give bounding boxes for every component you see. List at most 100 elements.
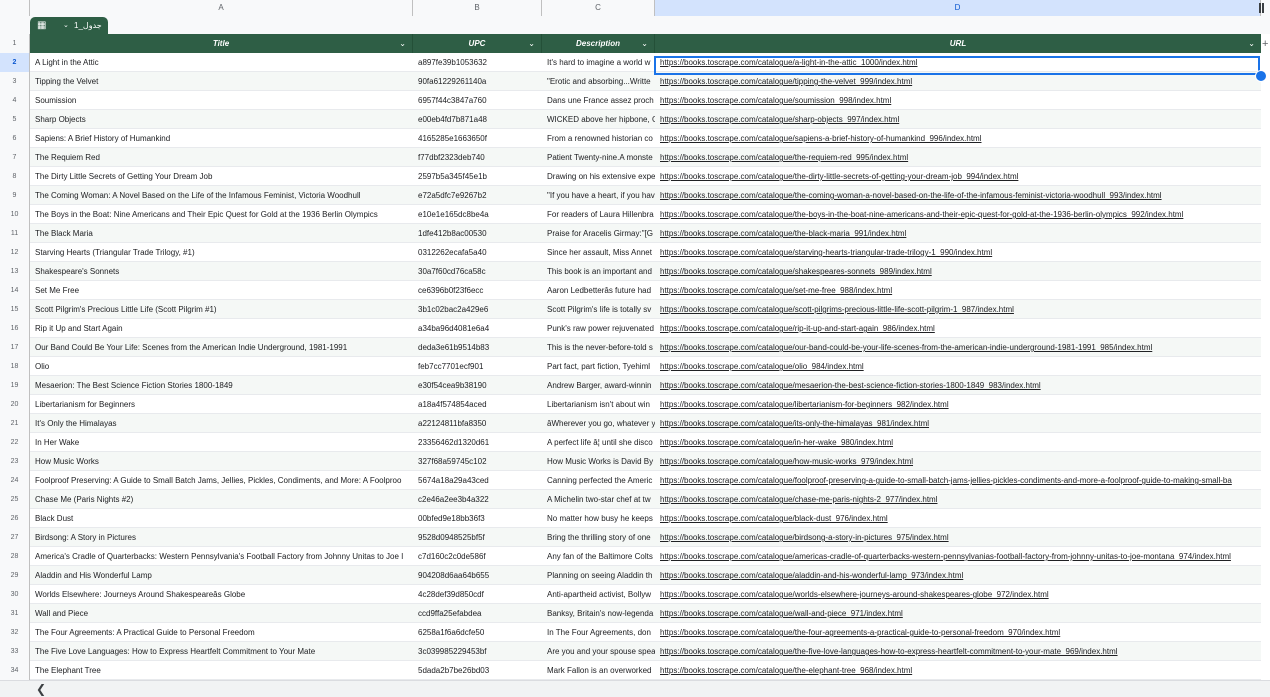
- cell-url-link[interactable]: https://books.toscrape.com/catalogue/its…: [655, 414, 1261, 433]
- cell-title[interactable]: Set Me Free: [30, 281, 413, 300]
- cell-description[interactable]: Anti-apartheid activist, Bollyw: [542, 585, 655, 604]
- cell-description[interactable]: In The Four Agreements, don: [542, 623, 655, 642]
- cell-description[interactable]: Bring the thrilling story of one: [542, 528, 655, 547]
- cell-title[interactable]: Libertarianism for Beginners: [30, 395, 413, 414]
- filter-dropdown-icon[interactable]: ⌄: [528, 34, 535, 53]
- cell-url-link[interactable]: https://books.toscrape.com/catalogue/oli…: [655, 357, 1261, 376]
- chevron-down-icon[interactable]: ⌄: [63, 17, 69, 34]
- cell-title[interactable]: The Five Love Languages: How to Express …: [30, 642, 413, 661]
- row-number[interactable]: 29: [0, 566, 30, 585]
- cell-url-link[interactable]: https://books.toscrape.com/catalogue/our…: [655, 338, 1261, 357]
- header-cell-title[interactable]: Title ⌄: [30, 34, 413, 53]
- cell-description[interactable]: Any fan of the Baltimore Colts: [542, 547, 655, 566]
- cell-url-link[interactable]: https://books.toscrape.com/catalogue/tip…: [655, 72, 1261, 91]
- cell-upc[interactable]: feb7cc7701ecf901: [413, 357, 542, 376]
- cell-url-link[interactable]: https://books.toscrape.com/catalogue/the…: [655, 623, 1261, 642]
- cell-url-link[interactable]: https://books.toscrape.com/catalogue/bir…: [655, 528, 1261, 547]
- cell-description[interactable]: "If you have a heart, if you hav: [542, 186, 655, 205]
- cell-title[interactable]: The Coming Woman: A Novel Based on the L…: [30, 186, 413, 205]
- cell-upc[interactable]: e00eb4fd7b871a48: [413, 110, 542, 129]
- cell-url-link[interactable]: https://books.toscrape.com/catalogue/bla…: [655, 509, 1261, 528]
- cell-description[interactable]: Planning on seeing Aladdin th: [542, 566, 655, 585]
- row-number[interactable]: 27: [0, 528, 30, 547]
- header-cell-description[interactable]: Description ⌄: [542, 34, 655, 53]
- cell-title[interactable]: Shakespeare's Sonnets: [30, 262, 413, 281]
- cell-description[interactable]: A perfect life â¦ until she disco: [542, 433, 655, 452]
- cell-title[interactable]: The Dirty Little Secrets of Getting Your…: [30, 167, 413, 186]
- cell-description[interactable]: Are you and your spouse spea: [542, 642, 655, 661]
- row-number[interactable]: 25: [0, 490, 30, 509]
- cell-upc[interactable]: 327f68a59745c102: [413, 452, 542, 471]
- row-number[interactable]: 13: [0, 262, 30, 281]
- row-number[interactable]: 20: [0, 395, 30, 414]
- cell-description[interactable]: For readers of Laura Hillenbra: [542, 205, 655, 224]
- cell-upc[interactable]: 3b1c02bac2a429e6: [413, 300, 542, 319]
- column-header-b[interactable]: B: [413, 0, 542, 16]
- cell-url-link[interactable]: https://books.toscrape.com/catalogue/the…: [655, 167, 1261, 186]
- cell-title[interactable]: How Music Works: [30, 452, 413, 471]
- cell-description[interactable]: Canning perfected the Americ: [542, 471, 655, 490]
- row-number[interactable]: 4: [0, 91, 30, 110]
- cell-title[interactable]: Rip it Up and Start Again: [30, 319, 413, 338]
- cell-upc[interactable]: a897fe39b1053632: [413, 53, 542, 72]
- row-number[interactable]: 32: [0, 623, 30, 642]
- cell-url-link[interactable]: https://books.toscrape.com/catalogue/ala…: [655, 566, 1261, 585]
- cell-title[interactable]: Sapiens: A Brief History of Humankind: [30, 129, 413, 148]
- cell-upc[interactable]: 5674a18a29a43ced: [413, 471, 542, 490]
- cell-url-link[interactable]: https://books.toscrape.com/catalogue/how…: [655, 452, 1261, 471]
- cell-title[interactable]: The Black Maria: [30, 224, 413, 243]
- row-number[interactable]: 16: [0, 319, 30, 338]
- cell-description[interactable]: WICKED above her hipbone, G: [542, 110, 655, 129]
- cell-title[interactable]: In Her Wake: [30, 433, 413, 452]
- cell-url-link[interactable]: https://books.toscrape.com/catalogue/lib…: [655, 395, 1261, 414]
- cell-title[interactable]: Aladdin and His Wonderful Lamp: [30, 566, 413, 585]
- cell-description[interactable]: From a renowned historian co: [542, 129, 655, 148]
- cell-description[interactable]: Mark Fallon is an overworked: [542, 661, 655, 680]
- row-number[interactable]: 5: [0, 110, 30, 129]
- cell-url-link[interactable]: https://books.toscrape.com/catalogue/the…: [655, 224, 1261, 243]
- cell-title[interactable]: The Elephant Tree: [30, 661, 413, 680]
- row-number[interactable]: 31: [0, 604, 30, 623]
- cell-upc[interactable]: 904208d6aa64b655: [413, 566, 542, 585]
- row-number[interactable]: 24: [0, 471, 30, 490]
- cell-upc[interactable]: 6957f44c3847a760: [413, 91, 542, 110]
- cell-upc[interactable]: a34ba96d4081e6a4: [413, 319, 542, 338]
- select-all-corner[interactable]: [0, 0, 30, 16]
- row-number[interactable]: 6: [0, 129, 30, 148]
- cell-url-link[interactable]: https://books.toscrape.com/catalogue/sha…: [655, 110, 1261, 129]
- filter-dropdown-icon[interactable]: ⌄: [1248, 34, 1255, 53]
- cell-title[interactable]: Mesaerion: The Best Science Fiction Stor…: [30, 376, 413, 395]
- cell-description[interactable]: Scott Pilgrim's life is totally sv: [542, 300, 655, 319]
- row-number[interactable]: 12: [0, 243, 30, 262]
- row-number[interactable]: 18: [0, 357, 30, 376]
- cell-upc[interactable]: e30f54cea9b38190: [413, 376, 542, 395]
- horizontal-scroll-bar[interactable]: ❮: [0, 680, 1270, 697]
- header-cell-upc[interactable]: UPC ⌄: [413, 34, 542, 53]
- cell-upc[interactable]: a18a4f574854aced: [413, 395, 542, 414]
- cell-url-link[interactable]: https://books.toscrape.com/catalogue/foo…: [655, 471, 1261, 490]
- cell-upc[interactable]: 5dada2b7be26bd03: [413, 661, 542, 680]
- cell-description[interactable]: âWherever you go, whatever y: [542, 414, 655, 433]
- row-number[interactable]: 21: [0, 414, 30, 433]
- cell-url-link[interactable]: https://books.toscrape.com/catalogue/sha…: [655, 262, 1261, 281]
- cell-description[interactable]: Part fact, part fiction, Tyehiml: [542, 357, 655, 376]
- cell-description[interactable]: Since her assault, Miss Annet: [542, 243, 655, 262]
- row-number[interactable]: 1: [0, 34, 30, 53]
- cell-upc[interactable]: c2e46a2ee3b4a322: [413, 490, 542, 509]
- cell-title[interactable]: The Boys in the Boat: Nine Americans and…: [30, 205, 413, 224]
- cell-upc[interactable]: c7d160c2c0de586f: [413, 547, 542, 566]
- row-number[interactable]: 33: [0, 642, 30, 661]
- cell-title[interactable]: Tipping the Velvet: [30, 72, 413, 91]
- row-number[interactable]: 9: [0, 186, 30, 205]
- row-number[interactable]: 23: [0, 452, 30, 471]
- column-resize-handle[interactable]: [1259, 3, 1264, 13]
- cell-title[interactable]: Foolproof Preserving: A Guide to Small B…: [30, 471, 413, 490]
- cell-description[interactable]: How Music Works is David By: [542, 452, 655, 471]
- row-number[interactable]: 14: [0, 281, 30, 300]
- cell-description[interactable]: It's hard to imagine a world w: [542, 53, 655, 72]
- cell-url-link[interactable]: https://books.toscrape.com/catalogue/rip…: [655, 319, 1261, 338]
- cell-upc[interactable]: f77dbf2323deb740: [413, 148, 542, 167]
- cell-url-link[interactable]: https://books.toscrape.com/catalogue/the…: [655, 148, 1261, 167]
- cell-description[interactable]: Praise for Aracelis Girmay:"[G: [542, 224, 655, 243]
- cell-upc[interactable]: ccd9ffa25efabdea: [413, 604, 542, 623]
